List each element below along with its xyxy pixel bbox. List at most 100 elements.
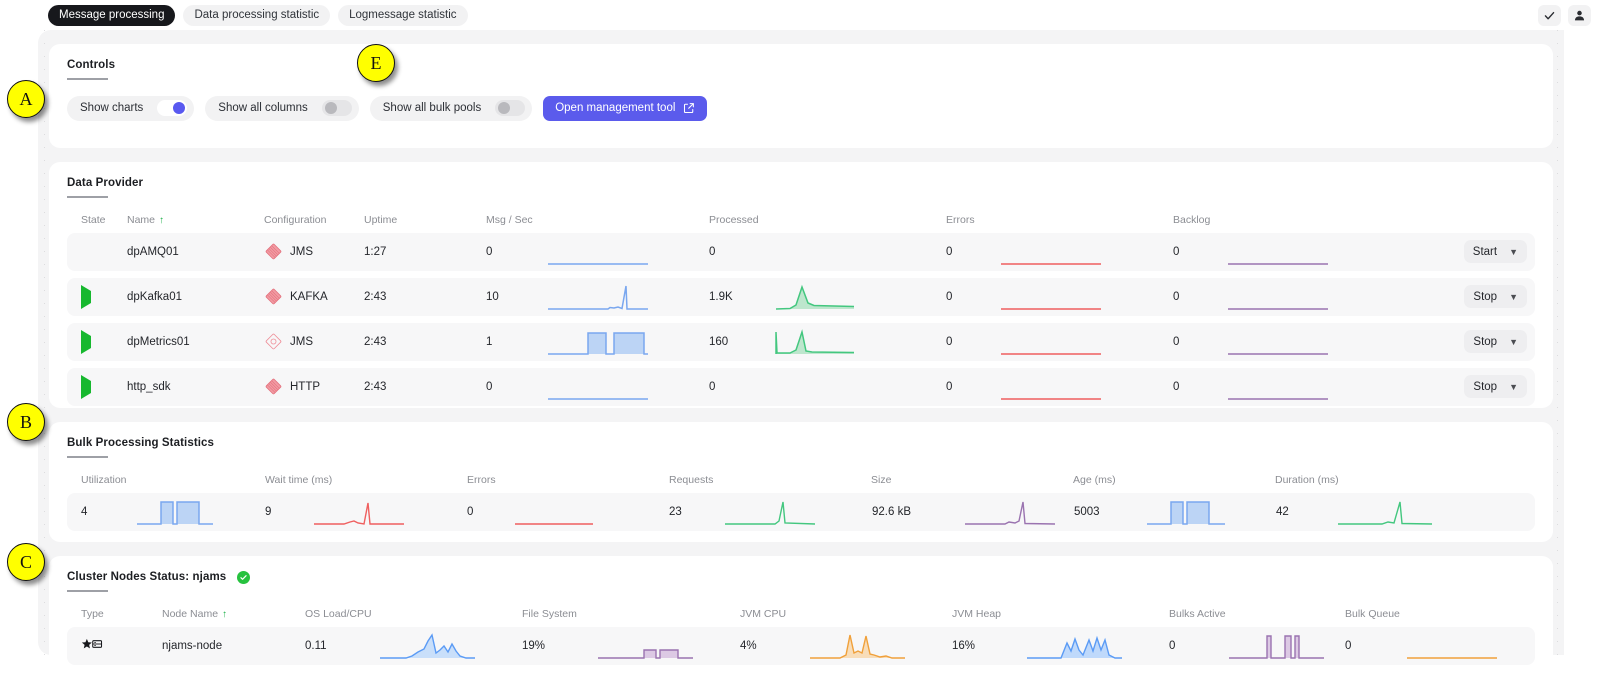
check-icon bbox=[1544, 11, 1555, 19]
table-row[interactable]: dpKafka01 KAFKA 2:43 10 1.9K 0 0 Stop ▼ bbox=[67, 277, 1535, 316]
sort-ascending-icon: ↑ bbox=[159, 214, 165, 226]
row-processed-sparkline bbox=[774, 282, 946, 312]
controls-title-rule bbox=[67, 78, 108, 80]
row-configuration: KAFKA bbox=[264, 287, 364, 306]
row-processed: 160 bbox=[709, 335, 729, 348]
row-configuration-label: JMS bbox=[290, 245, 313, 258]
table-row[interactable]: http_sdk HTTP 2:43 0 0 0 0 Stop ▼ bbox=[67, 367, 1535, 406]
row-errors-sparkline bbox=[1001, 372, 1173, 402]
tab-logmessage-statistic[interactable]: Logmessage statistic bbox=[338, 4, 468, 26]
row-processed-sparkline bbox=[774, 237, 946, 267]
open-management-tool-label: Open management tool bbox=[555, 102, 676, 114]
table-row[interactable]: dpMetrics01 JMS 2:43 1 160 0 0 Stop ▼ bbox=[67, 322, 1535, 361]
row-action-button[interactable]: Start ▼ bbox=[1463, 240, 1527, 263]
table-row[interactable]: 4 9 0 23 92.6 kB 5003 42 bbox=[67, 492, 1535, 531]
toggle-show-all-columns-switch[interactable] bbox=[321, 100, 352, 116]
row-msg-sec: 10 bbox=[486, 290, 499, 303]
row-action-label: Stop bbox=[1473, 380, 1498, 393]
row-errors: 0 bbox=[946, 245, 953, 258]
row-jvm-cpu-sparkline bbox=[810, 631, 952, 661]
bulk-wait-time-value: 9 bbox=[265, 505, 272, 518]
bulk-size-value: 92.6 kB bbox=[872, 505, 911, 518]
bulk-age-sparkline bbox=[1147, 497, 1276, 527]
bulk-wait-time-sparkline bbox=[314, 497, 467, 527]
chevron-down-icon: ▼ bbox=[1509, 291, 1518, 302]
row-backlog: 0 bbox=[1173, 380, 1180, 393]
toggle-show-all-columns-label: Show all columns bbox=[218, 102, 308, 114]
user-icon-button[interactable] bbox=[1568, 4, 1591, 26]
row-uptime: 2:43 bbox=[364, 335, 387, 348]
bulk-utilization-sparkline bbox=[137, 497, 265, 527]
row-os-load-value: 0.11 bbox=[305, 639, 327, 652]
toggle-show-charts-switch[interactable] bbox=[157, 100, 188, 116]
controls-panel: Controls Show charts Show all columns Sh… bbox=[49, 44, 1553, 148]
row-uptime: 2:43 bbox=[364, 290, 387, 303]
row-actions: Stop ▼ bbox=[1403, 285, 1535, 308]
row-name: http_sdk bbox=[127, 380, 171, 393]
col-file-system: File System bbox=[522, 607, 577, 620]
row-name: dpKafka01 bbox=[127, 290, 182, 303]
toggle-show-all-bulk-pools-switch[interactable] bbox=[495, 100, 526, 116]
annotation-marker-b: B bbox=[7, 403, 45, 441]
row-msg-sec: 0 bbox=[486, 380, 493, 393]
row-actions: Stop ▼ bbox=[1403, 330, 1535, 353]
cluster-nodes-panel: Cluster Nodes Status: njams Type Node Na… bbox=[49, 556, 1553, 672]
row-configuration-label: KAFKA bbox=[290, 290, 328, 303]
annotation-marker-e: E bbox=[357, 44, 395, 82]
col-size: Size bbox=[871, 473, 892, 486]
row-uptime: 2:43 bbox=[364, 380, 387, 393]
col-errors: Errors bbox=[946, 213, 975, 226]
cluster-title-rule bbox=[67, 590, 108, 592]
check-icon-button[interactable] bbox=[1538, 4, 1561, 26]
bulk-errors-value: 0 bbox=[467, 505, 474, 518]
open-management-tool-button[interactable]: Open management tool bbox=[543, 95, 708, 121]
col-bulk-errors: Errors bbox=[467, 473, 496, 486]
tab-message-processing[interactable]: Message processing bbox=[48, 4, 176, 26]
controls-title: Controls bbox=[67, 59, 116, 71]
table-row[interactable]: njams-node 0.11 19% 4% 16% 0 0 bbox=[67, 626, 1535, 665]
col-name[interactable]: Name ↑ bbox=[127, 214, 264, 226]
row-msg-sec-sparkline bbox=[548, 327, 709, 357]
row-name: dpAMQ01 bbox=[127, 245, 179, 258]
bulk-requests-sparkline bbox=[725, 497, 872, 527]
toggle-show-all-columns[interactable]: Show all columns bbox=[205, 95, 359, 121]
tab-data-processing-statistic[interactable]: Data processing statistic bbox=[183, 4, 331, 26]
bulk-duration-sparkline bbox=[1338, 497, 1535, 527]
col-uptime: Uptime bbox=[364, 213, 398, 226]
bulk-title: Bulk Processing Statistics bbox=[67, 437, 215, 449]
chevron-down-icon: ▼ bbox=[1509, 336, 1518, 347]
cluster-title: Cluster Nodes Status: bbox=[67, 571, 190, 583]
row-errors-sparkline bbox=[1001, 282, 1173, 312]
star-server-icon bbox=[81, 638, 103, 649]
cluster-title-block: Cluster Nodes Status: njams bbox=[67, 556, 250, 584]
guide-rail-right bbox=[1557, 30, 1558, 655]
col-name-label: Name bbox=[127, 213, 156, 226]
table-row[interactable]: dpAMQ01 JMS 1:27 0 0 0 0 Start ▼ bbox=[67, 232, 1535, 271]
bulk-duration-value: 42 bbox=[1276, 505, 1289, 518]
toggle-show-all-bulk-pools[interactable]: Show all bulk pools bbox=[369, 95, 533, 121]
row-backlog: 0 bbox=[1173, 245, 1180, 258]
row-configuration: HTTP bbox=[264, 377, 364, 396]
row-configuration-label: JMS bbox=[290, 335, 313, 348]
toggle-show-charts[interactable]: Show charts bbox=[67, 95, 195, 121]
col-msg-sec: Msg / Sec bbox=[486, 213, 533, 226]
row-msg-sec: 1 bbox=[486, 335, 493, 348]
top-tab-bar: Message processing Data processing stati… bbox=[0, 0, 1601, 30]
row-msg-sec-sparkline bbox=[548, 237, 709, 267]
row-backlog-sparkline bbox=[1228, 372, 1403, 402]
cluster-header-row: Type Node Name ↑ OS Load/CPU File System … bbox=[67, 601, 1535, 627]
controls-row: Show charts Show all columns Show all bu… bbox=[67, 95, 1535, 121]
row-action-button[interactable]: Stop ▼ bbox=[1464, 375, 1527, 398]
row-action-button[interactable]: Stop ▼ bbox=[1464, 285, 1527, 308]
row-backlog-sparkline bbox=[1228, 282, 1403, 312]
col-bulk-queue: Bulk Queue bbox=[1345, 607, 1400, 620]
col-node-name[interactable]: Node Name ↑ bbox=[162, 608, 305, 620]
row-configuration: JMS bbox=[264, 332, 364, 351]
row-bulk-queue-sparkline bbox=[1407, 631, 1535, 661]
row-processed: 1.9K bbox=[709, 290, 733, 303]
page-canvas: Controls Show charts Show all columns Sh… bbox=[38, 30, 1565, 672]
topbar-actions bbox=[1538, 4, 1591, 26]
bulk-utilization-value: 4 bbox=[81, 505, 88, 518]
row-jvm-cpu-value: 4% bbox=[740, 639, 757, 652]
row-action-button[interactable]: Stop ▼ bbox=[1464, 330, 1527, 353]
